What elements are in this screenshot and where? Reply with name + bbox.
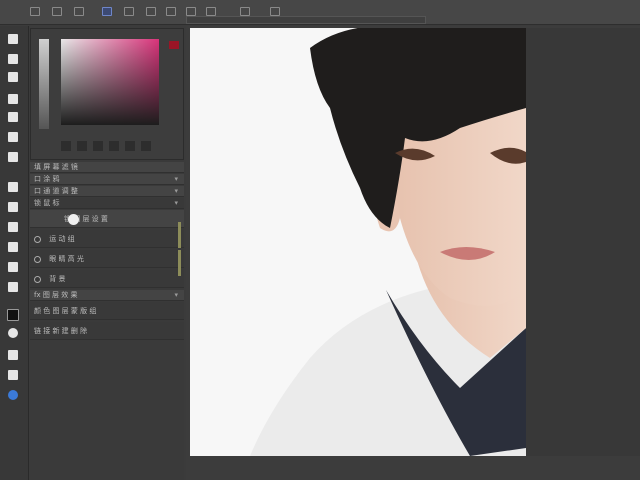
- panel-scrollbar[interactable]: [178, 250, 181, 276]
- crop-tool-icon[interactable]: [6, 92, 19, 105]
- options-strip: [186, 16, 426, 24]
- foreground-swatch[interactable]: [169, 41, 179, 49]
- layer-actions-label: 颜 色 图 层 蒙 版 组: [34, 307, 97, 315]
- layer-panel-header: 填 屏 幕 滤 镜: [30, 162, 184, 173]
- visibility-eye-icon[interactable]: [34, 255, 41, 263]
- panels-column: 填 屏 幕 滤 镜 口 涂 鸦 ▾ 口 通 道 调 整 ▾ 锁 鼠 标 ▾ 锁 …: [30, 28, 184, 480]
- extra-tool-icon[interactable]: [6, 368, 19, 381]
- layer-row[interactable]: fx 图 层 效 果 ▾: [30, 290, 184, 301]
- portrait-illustration: [190, 28, 526, 456]
- layer-row[interactable]: 锁 鼠 标 ▾: [30, 198, 184, 209]
- swatch[interactable]: [125, 141, 135, 151]
- layer-row[interactable]: 口 涂 鸦 ▾: [30, 174, 184, 185]
- shape-tool-icon[interactable]: [6, 280, 19, 293]
- gradient-tool-icon[interactable]: [6, 200, 19, 213]
- layer-panel-header-label: 填 屏 幕 滤 镜: [34, 163, 78, 171]
- swatch[interactable]: [141, 141, 151, 151]
- layer-row[interactable]: 眼 睛 高 光: [30, 250, 184, 268]
- lasso-tool-icon[interactable]: [6, 70, 19, 83]
- marquee-tool-icon[interactable]: [6, 52, 19, 65]
- saturation-value-field[interactable]: [61, 39, 159, 125]
- layer-actions-row[interactable]: 颜 色 图 层 蒙 版 组: [30, 302, 184, 320]
- panel-scrollbar[interactable]: [178, 222, 181, 248]
- chevron-icon: ▾: [174, 187, 178, 195]
- layer-row-label: 背 景: [49, 275, 66, 283]
- tool-bar: [0, 26, 29, 480]
- right-dock: [526, 28, 640, 456]
- eyedropper-tool-icon[interactable]: [6, 110, 19, 123]
- layer-row-label: 口 通 道 调 整: [34, 187, 78, 195]
- layer-row[interactable]: 锁 图 层 设 置: [30, 210, 184, 228]
- type-tool-icon[interactable]: [6, 240, 19, 253]
- swatch[interactable]: [61, 141, 71, 151]
- visibility-eye-icon[interactable]: [34, 275, 41, 283]
- visibility-eye-icon[interactable]: [34, 235, 41, 243]
- move-tool-icon[interactable]: [6, 32, 19, 45]
- color-picker-panel: [30, 28, 184, 160]
- layer-row-label: 运 动 组: [49, 235, 75, 243]
- document-canvas[interactable]: [190, 28, 526, 456]
- hue-slider[interactable]: [39, 39, 49, 129]
- brush-tool-icon[interactable]: [6, 130, 19, 143]
- layer-actions-row[interactable]: 链 接 新 建 删 除: [30, 322, 184, 340]
- opacity-knob[interactable]: [68, 214, 79, 225]
- layer-row[interactable]: 背 景: [30, 270, 184, 288]
- layer-actions-label: 链 接 新 建 删 除: [34, 327, 88, 335]
- layer-row-label: 锁 鼠 标: [34, 199, 60, 207]
- layer-row[interactable]: 运 动 组: [30, 230, 184, 248]
- foreground-color-icon[interactable]: [6, 388, 19, 401]
- eraser-tool-icon[interactable]: [6, 180, 19, 193]
- hand-tool-icon[interactable]: [6, 308, 19, 321]
- swatch[interactable]: [77, 141, 87, 151]
- swatch[interactable]: [109, 141, 119, 151]
- layer-row[interactable]: 口 通 道 调 整 ▾: [30, 186, 184, 197]
- stamp-tool-icon[interactable]: [6, 150, 19, 163]
- zoom-tool-icon[interactable]: [6, 326, 19, 339]
- layer-row-label: 眼 睛 高 光: [49, 255, 84, 263]
- chevron-icon: ▾: [174, 175, 178, 183]
- path-tool-icon[interactable]: [6, 260, 19, 273]
- chevron-icon: ▾: [174, 291, 178, 299]
- layer-row-label: fx 图 层 效 果: [34, 291, 78, 299]
- color-tool-icon[interactable]: [6, 348, 19, 361]
- layer-row-label: 口 涂 鸦: [34, 175, 60, 183]
- swatch[interactable]: [93, 141, 103, 151]
- pen-tool-icon[interactable]: [6, 220, 19, 233]
- chevron-icon: ▾: [174, 199, 178, 207]
